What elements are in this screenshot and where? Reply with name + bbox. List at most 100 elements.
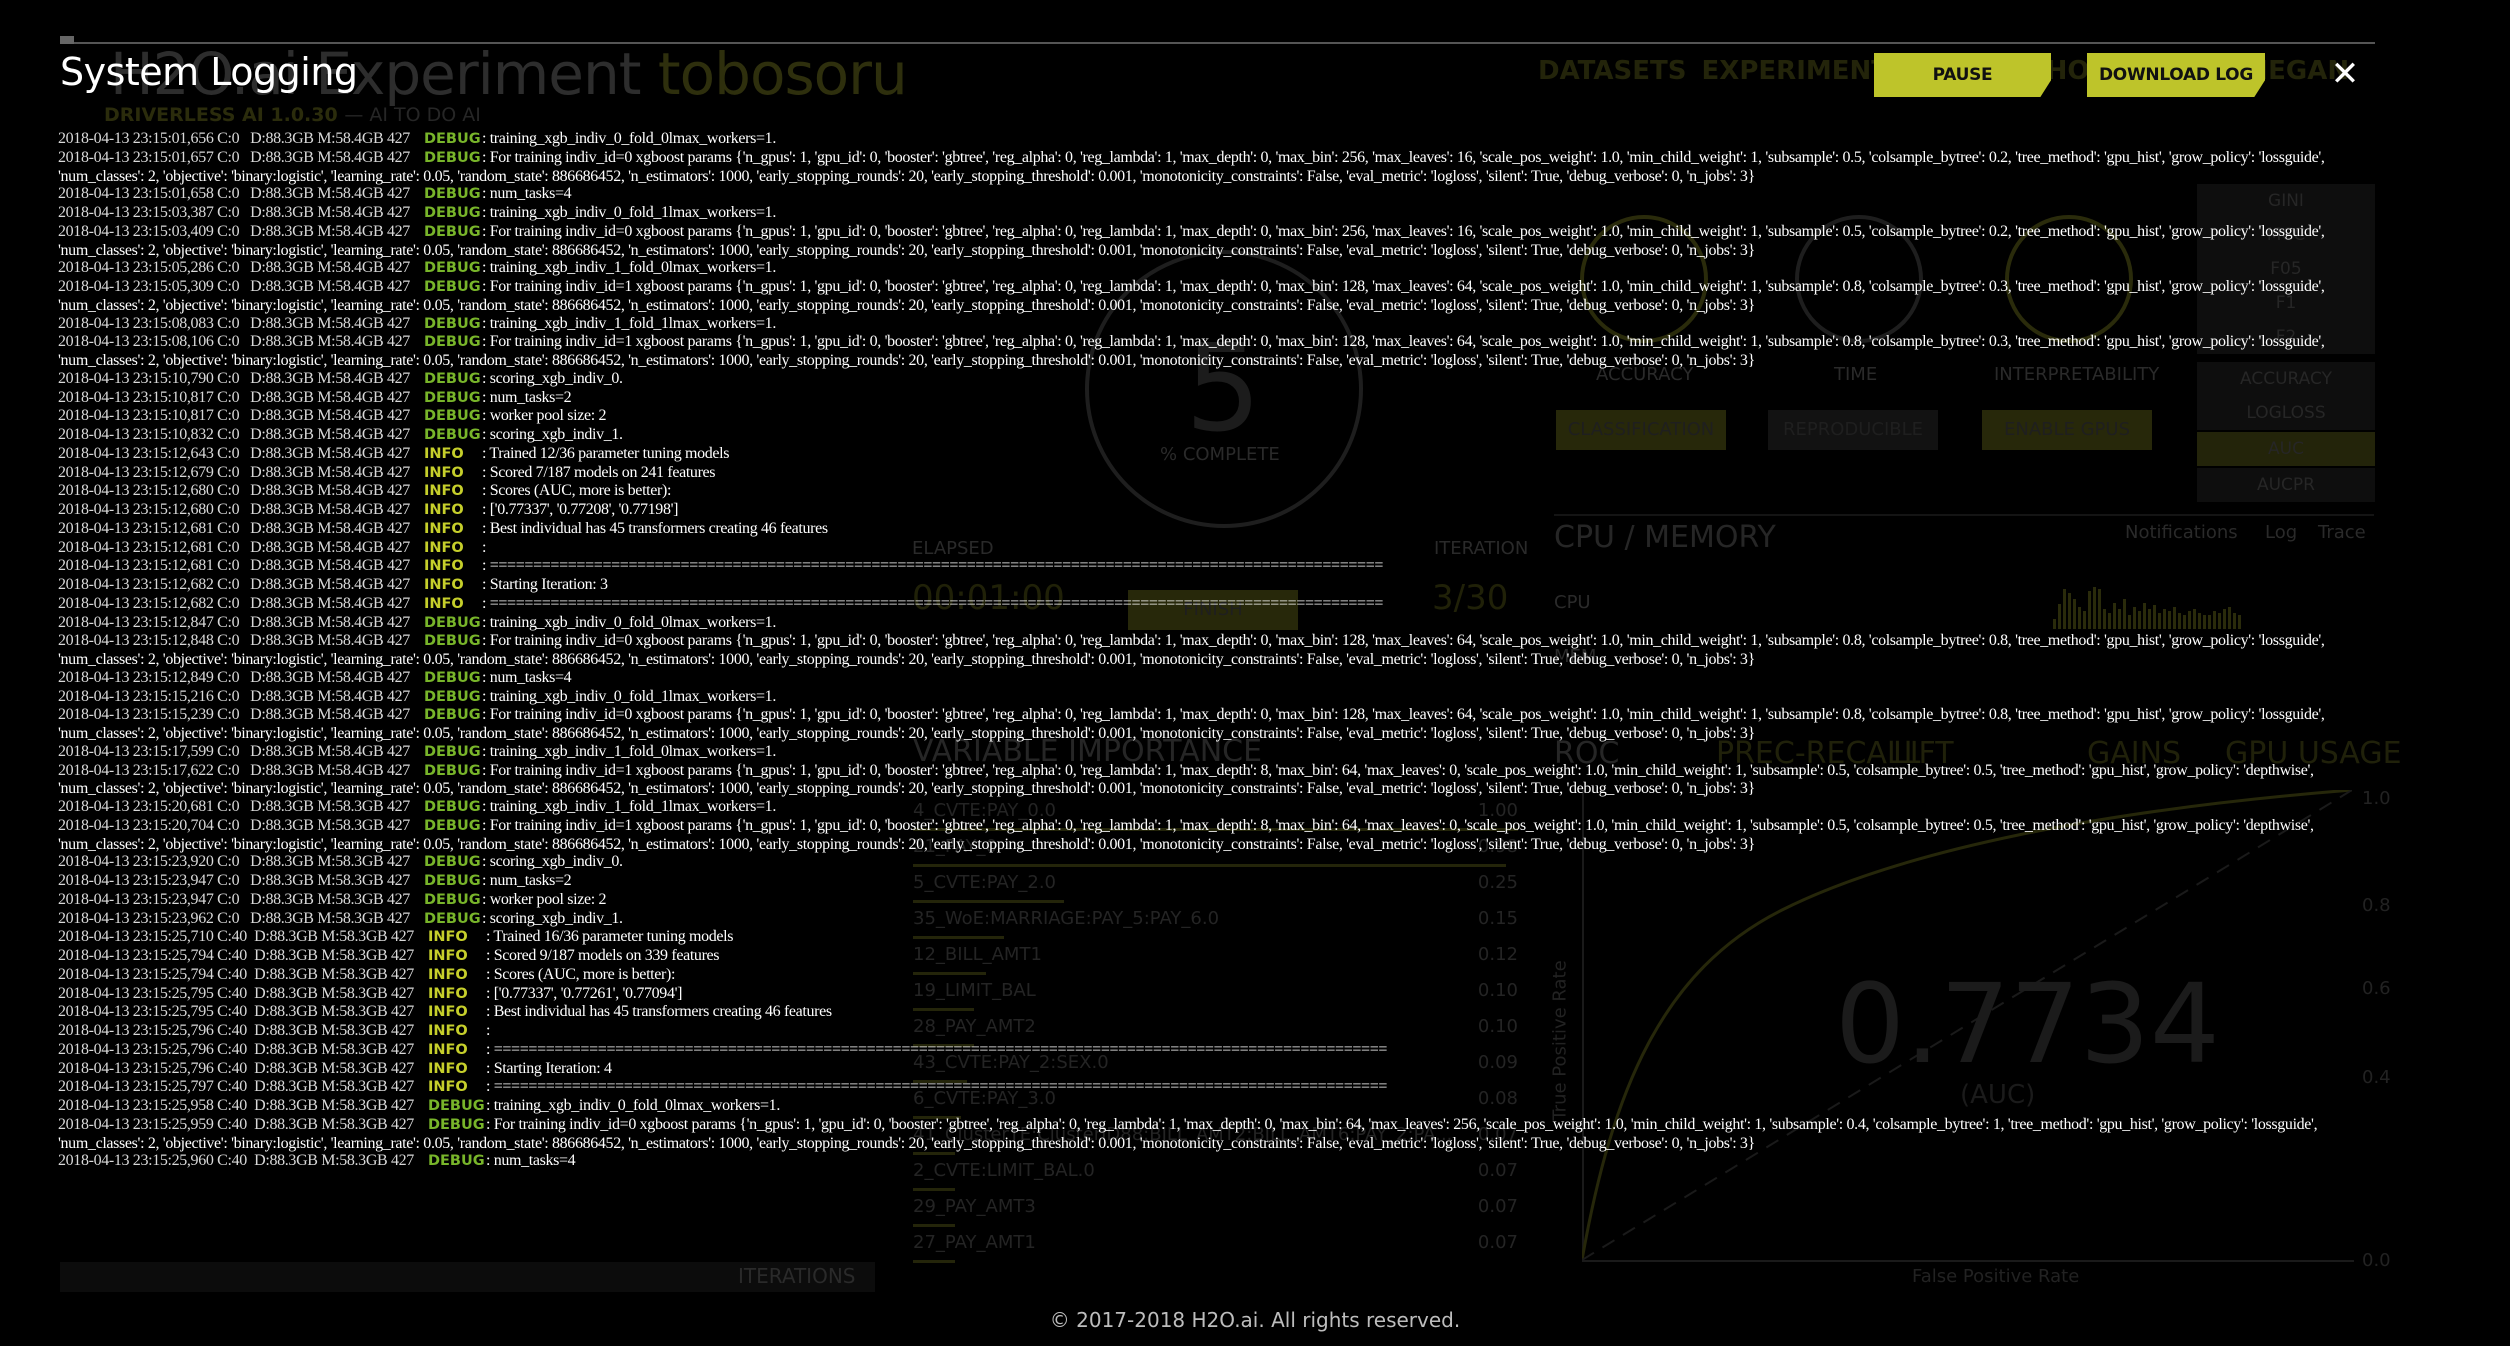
- log-message: : Scored 7/187 models on 241 features: [481, 463, 716, 481]
- roc-ytick: 0.4: [2362, 1067, 2391, 1088]
- log-timestamp: 2018-04-13 23:15:17,599 C:0 D:88.3GB M:5…: [58, 742, 410, 760]
- log-message: :: [485, 1022, 491, 1039]
- log-line: 2018-04-13 23:15:15,216 C:0 D:88.3GB M:5…: [58, 688, 2358, 707]
- log-level-badge: DEBUG: [423, 408, 481, 425]
- log-message: : Best individual has 45 transformers cr…: [481, 519, 828, 537]
- log-level-badge: DEBUG: [423, 205, 481, 221]
- log-line: 2018-04-13 23:15:25,796 C:40 D:88.3GB M:…: [58, 1022, 2358, 1041]
- log-timestamp: 2018-04-13 23:15:08,083 C:0 D:88.3GB M:5…: [58, 314, 410, 332]
- log-timestamp: 2018-04-13 23:15:12,680 C:0 D:88.3GB M:5…: [58, 501, 410, 518]
- log-line: 2018-04-13 23:15:25,796 C:40 D:88.3GB M:…: [58, 1060, 2358, 1079]
- log-timestamp: 2018-04-13 23:15:01,656 C:0 D:88.3GB M:5…: [58, 130, 410, 147]
- log-timestamp: 2018-04-13 23:15:03,387 C:0 D:88.3GB M:5…: [58, 204, 410, 221]
- log-timestamp: 2018-04-13 23:15:25,796 C:40 D:88.3GB M:…: [58, 1040, 414, 1058]
- log-level-badge: DEBUG: [427, 1153, 485, 1170]
- log-line: 2018-04-13 23:15:12,680 C:0 D:88.3GB M:5…: [58, 501, 2358, 520]
- log-timestamp: 2018-04-13 23:15:12,681 C:0 D:88.3GB M:5…: [58, 557, 410, 575]
- log-timestamp: 2018-04-13 23:15:20,704 C:0 D:88.3GB M:5…: [58, 816, 410, 834]
- log-line: 2018-04-13 23:15:10,817 C:0 D:88.3GB M:5…: [58, 407, 2358, 426]
- log-level-badge: INFO: [427, 929, 468, 946]
- log-message: : Trained 16/36 parameter tuning models: [485, 928, 734, 946]
- log-line: 2018-04-13 23:15:23,962 C:0 D:88.3GB M:5…: [58, 910, 2358, 929]
- log-message: : ======================================…: [481, 557, 1384, 575]
- log-timestamp: 2018-04-13 23:15:25,959 C:40 D:88.3GB M:…: [58, 1115, 414, 1133]
- log-message: : Scored 9/187 models on 339 features: [485, 947, 720, 964]
- log-level-badge: DEBUG: [423, 873, 481, 889]
- log-message: : training_xgb_indiv_0_fold_0lmax_worker…: [481, 130, 776, 147]
- log-message: : ['0.77337', '0.77208', '0.77198']: [481, 501, 679, 518]
- log-level-badge: DEBUG: [423, 223, 481, 240]
- log-timestamp: 2018-04-13 23:15:12,682 C:0 D:88.3GB M:5…: [58, 576, 410, 593]
- log-level-badge: DEBUG: [423, 707, 481, 724]
- log-timestamp: 2018-04-13 23:15:12,682 C:0 D:88.3GB M:5…: [58, 594, 410, 612]
- log-level-badge: DEBUG: [423, 427, 481, 443]
- log-line: 2018-04-13 23:15:03,387 C:0 D:88.3GB M:5…: [58, 204, 2358, 223]
- log-timestamp: 2018-04-13 23:15:12,679 C:0 D:88.3GB M:5…: [58, 463, 410, 481]
- close-icon[interactable]: ✕: [2327, 56, 2363, 92]
- footer-copyright: © 2017-2018 H2O.ai. All rights reserved.: [1049, 1308, 1461, 1332]
- log-line: 2018-04-13 23:15:25,797 C:40 D:88.3GB M:…: [58, 1078, 2358, 1097]
- roc-ytick: 1.0: [2362, 788, 2391, 809]
- log-timestamp: 2018-04-13 23:15:25,960 C:40 D:88.3GB M:…: [58, 1152, 414, 1170]
- log-message: : ======================================…: [485, 1078, 1388, 1096]
- log-timestamp: 2018-04-13 23:15:12,847 C:0 D:88.3GB M:5…: [58, 613, 410, 631]
- log-line: 2018-04-13 23:15:12,680 C:0 D:88.3GB M:5…: [58, 482, 2358, 501]
- download-log-button[interactable]: DOWNLOAD LOG: [2087, 53, 2265, 97]
- log-level-badge: INFO: [423, 483, 464, 500]
- experiment-prefix: Experiment: [315, 40, 641, 108]
- log-line: 2018-04-13 23:15:25,796 C:40 D:88.3GB M:…: [58, 1041, 2358, 1060]
- log-line: 2018-04-13 23:15:17,599 C:0 D:88.3GB M:5…: [58, 743, 2358, 762]
- log-line: 2018-04-13 23:15:08,106 C:0 D:88.3GB M:5…: [58, 333, 2358, 370]
- log-line: 2018-04-13 23:15:25,958 C:40 D:88.3GB M:…: [58, 1097, 2358, 1116]
- header-divider-tab: [60, 36, 74, 44]
- log-timestamp: 2018-04-13 23:15:15,216 C:0 D:88.3GB M:5…: [58, 687, 410, 705]
- log-level-badge: INFO: [423, 539, 464, 556]
- log-message: : scoring_xgb_indiv_0.: [481, 853, 623, 871]
- pause-button[interactable]: PAUSE: [1874, 53, 2051, 97]
- log-level-badge: INFO: [423, 502, 464, 518]
- log-line: 2018-04-13 23:15:12,681 C:0 D:88.3GB M:5…: [58, 557, 2358, 576]
- log-level-badge: DEBUG: [423, 854, 481, 871]
- log-level-badge: DEBUG: [423, 743, 481, 760]
- log-message: : ['0.77337', '0.77261', '0.77094']: [485, 984, 683, 1002]
- log-line: 2018-04-13 23:15:25,795 C:40 D:88.3GB M:…: [58, 985, 2358, 1004]
- subtitle-brand: DRIVERLESS AI 1.0.30: [104, 104, 338, 126]
- log-level-badge: INFO: [423, 445, 464, 462]
- log-line: 2018-04-13 23:15:12,682 C:0 D:88.3GB M:5…: [58, 595, 2358, 614]
- log-timestamp: 2018-04-13 23:15:23,920 C:0 D:88.3GB M:5…: [58, 853, 410, 871]
- log-line: 2018-04-13 23:15:25,795 C:40 D:88.3GB M:…: [58, 1003, 2358, 1022]
- log-message: : scoring_xgb_indiv_1.: [481, 426, 623, 443]
- log-line: 2018-04-13 23:15:12,681 C:0 D:88.3GB M:5…: [58, 539, 2358, 558]
- log-timestamp: 2018-04-13 23:15:25,710 C:40 D:88.3GB M:…: [58, 928, 414, 946]
- log-timestamp: 2018-04-13 23:15:05,309 C:0 D:88.3GB M:5…: [58, 278, 410, 295]
- log-line: 2018-04-13 23:15:12,679 C:0 D:88.3GB M:5…: [58, 464, 2358, 483]
- log-timestamp: 2018-04-13 23:15:03,409 C:0 D:88.3GB M:5…: [58, 222, 410, 240]
- log-level-badge: DEBUG: [423, 279, 481, 295]
- log-message: : num_tasks=4: [481, 668, 572, 686]
- log-level-badge: INFO: [427, 1041, 468, 1058]
- log-line: 2018-04-13 23:15:20,704 C:0 D:88.3GB M:5…: [58, 817, 2358, 854]
- log-message: : Scores (AUC, more is better):: [481, 482, 672, 500]
- log-level-badge: INFO: [427, 966, 468, 983]
- log-timestamp: 2018-04-13 23:15:25,795 C:40 D:88.3GB M:…: [58, 1003, 414, 1021]
- log-level-badge: DEBUG: [423, 633, 481, 650]
- log-level-badge: INFO: [427, 985, 468, 1002]
- log-line: 2018-04-13 23:15:25,794 C:40 D:88.3GB M:…: [58, 947, 2358, 966]
- log-message: : training_xgb_indiv_0_fold_0lmax_worker…: [485, 1097, 780, 1114]
- log-message: : Starting Iteration: 4: [485, 1059, 612, 1077]
- log-line: 2018-04-13 23:15:12,849 C:0 D:88.3GB M:5…: [58, 669, 2358, 688]
- log-output[interactable]: 2018-04-13 23:15:01,656 C:0 D:88.3GB M:5…: [58, 130, 2358, 1290]
- log-timestamp: 2018-04-13 23:15:17,622 C:0 D:88.3GB M:5…: [58, 761, 410, 779]
- log-level-badge: DEBUG: [423, 389, 481, 406]
- log-timestamp: 2018-04-13 23:15:25,958 C:40 D:88.3GB M:…: [58, 1097, 414, 1114]
- log-level-badge: DEBUG: [423, 260, 481, 277]
- log-level-badge: INFO: [423, 520, 464, 537]
- experiment-name: tobosoru: [657, 40, 908, 108]
- log-level-badge: INFO: [423, 577, 464, 593]
- log-timestamp: 2018-04-13 23:15:12,849 C:0 D:88.3GB M:5…: [58, 668, 410, 686]
- log-timestamp: 2018-04-13 23:15:23,962 C:0 D:88.3GB M:5…: [58, 909, 410, 927]
- log-level-badge: DEBUG: [423, 817, 481, 834]
- log-level-badge: DEBUG: [423, 131, 481, 147]
- log-level-badge: INFO: [427, 1060, 468, 1077]
- log-level-badge: INFO: [427, 1079, 468, 1096]
